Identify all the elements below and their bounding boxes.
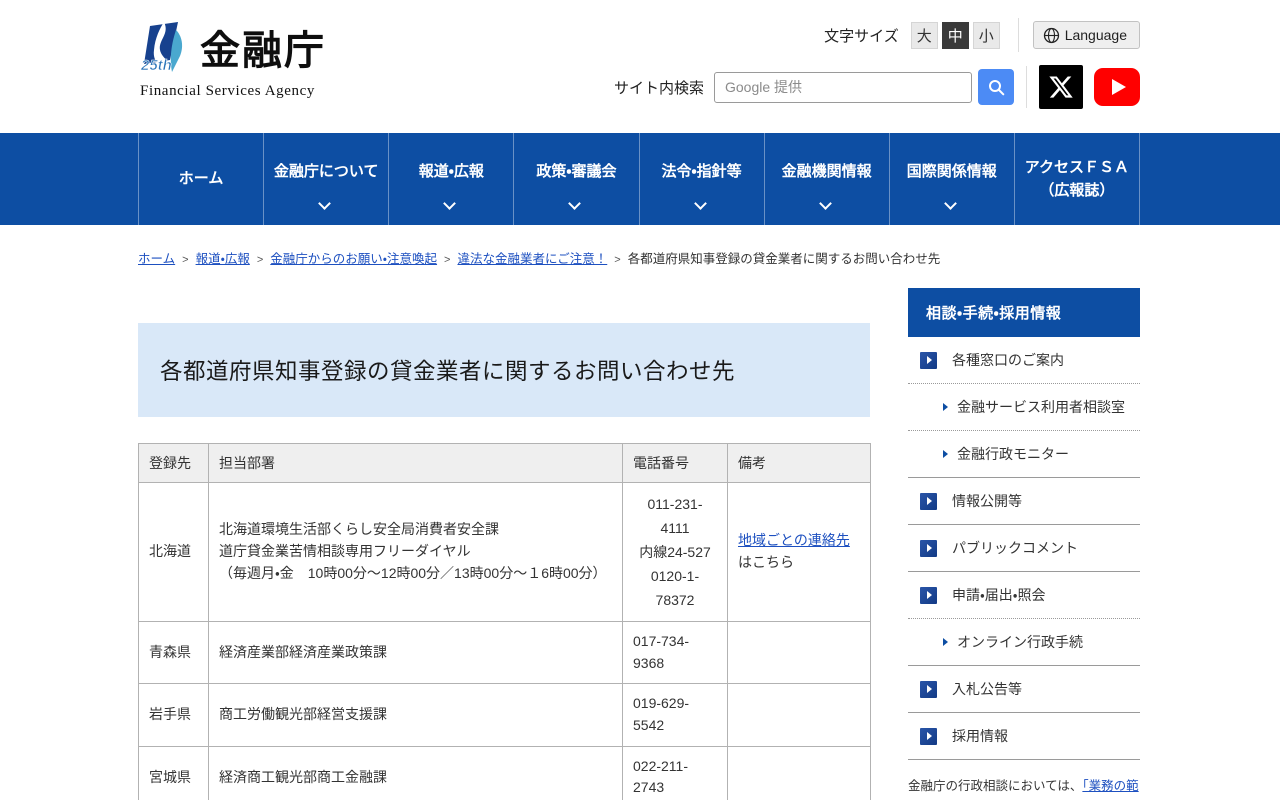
square-arrow-icon [920, 587, 937, 604]
remark-cell [728, 622, 871, 684]
square-arrow-icon [920, 540, 937, 557]
dept-cell: 経済産業部経済産業政策課 [209, 622, 623, 684]
breadcrumb-separator: > [444, 254, 450, 266]
phone-cell: 017-734-9368 [623, 622, 728, 684]
remark-cell [728, 746, 871, 800]
nav-item-home[interactable]: ホーム [138, 133, 263, 225]
language-button[interactable]: Language [1033, 21, 1140, 49]
chevron-down-icon [694, 197, 707, 210]
chevron-down-icon [443, 197, 456, 210]
svg-text:25th: 25th [140, 57, 172, 74]
sidebar-item-public-comment[interactable]: パブリックコメント [908, 525, 1140, 572]
nav-item-about-fsa[interactable]: 金融庁について [263, 133, 388, 225]
nav-item-laws-guidelines[interactable]: 法令・指針等 [639, 133, 764, 225]
sidebar-item-contact-points[interactable]: 各種窓口のご案内 [908, 337, 1140, 384]
square-arrow-icon [920, 352, 937, 369]
pref-cell: 北海道 [139, 483, 209, 622]
header-cell-phone: 電話番号 [623, 444, 728, 483]
text-size-large-button[interactable]: 大 [911, 22, 938, 49]
pref-cell: 岩手県 [139, 684, 209, 746]
header-divider [1026, 66, 1027, 108]
phone-cell: 011-231-4111 内線24-527 0120-1-78372 [623, 483, 728, 622]
site-subtitle: Financial Services Agency [140, 83, 326, 100]
header-divider [1018, 18, 1019, 52]
header-cell-registration: 登録先 [139, 444, 209, 483]
triangle-right-icon [943, 638, 948, 646]
square-arrow-icon [920, 681, 937, 698]
text-size-medium-button[interactable]: 中 [942, 22, 969, 49]
triangle-right-icon [943, 450, 948, 458]
triangle-right-icon [943, 403, 948, 411]
nav-item-policy-councils[interactable]: 政策・審議会 [513, 133, 638, 225]
sidebar-item-online-procedures[interactable]: オンライン行政手続 [908, 619, 1140, 666]
header-cell-remarks: 備考 [728, 444, 871, 483]
table-row-hokkaido: 北海道 北海道環境生活部くらし安全局消費者安全課 道庁貸金業苦情相談専用フリーダ… [139, 483, 871, 622]
breadcrumb-link-illegal-lenders[interactable]: 違法な金融業者にご注意！ [457, 252, 607, 266]
square-arrow-icon [920, 728, 937, 745]
main-content: 各都道府県知事登録の貸金業者に関するお問い合わせ先 登録先 担当部署 電話番号 … [138, 288, 870, 800]
chevron-down-icon [318, 197, 331, 210]
text-size-label: 文字サイズ [824, 25, 899, 46]
sidebar-item-procurement-notices[interactable]: 入札公告等 [908, 666, 1140, 713]
search-button[interactable] [978, 69, 1014, 105]
sidebar: 相談・手続・採用情報 各種窓口のご案内 金融サービス利用者相談室 金融行政モニタ… [908, 288, 1140, 800]
phone-cell: 022-211-2743 [623, 746, 728, 800]
sidebar-item-information-disclosure[interactable]: 情報公開等 [908, 478, 1140, 525]
contact-table: 登録先 担当部署 電話番号 備考 北海道 北海道環境生活部くらし安全局消費者安全… [138, 443, 871, 800]
table-header-row: 登録先 担当部署 電話番号 備考 [139, 444, 871, 483]
page-title: 各都道府県知事登録の貸金業者に関するお問い合わせ先 [160, 354, 735, 386]
x-social-button[interactable] [1039, 65, 1083, 109]
table-row-iwate: 岩手県 商工労働観光部経営支援課 019-629-5542 [139, 684, 871, 746]
youtube-play-icon [1112, 79, 1126, 95]
globe-icon [1043, 27, 1060, 44]
square-arrow-icon [920, 493, 937, 510]
sidebar-note: 金融庁の行政相談においては、「業務の範囲や程度を明らかに超える苦情相談」への対応… [908, 775, 1140, 800]
chevron-down-icon [819, 197, 832, 210]
chevron-down-icon [569, 197, 582, 210]
site-header: 25th 金融庁 Financial Services Agency 文字サイズ… [0, 0, 1280, 133]
remark-cell [728, 684, 871, 746]
dept-cell: 商工労働観光部経営支援課 [209, 684, 623, 746]
remark-cell: 地域ごとの連絡先はこちら [728, 483, 871, 622]
sidebar-item-user-consultation-office[interactable]: 金融サービス利用者相談室 [908, 384, 1140, 431]
search-input[interactable] [714, 72, 972, 103]
breadcrumb-separator: > [182, 254, 188, 266]
youtube-button[interactable] [1094, 68, 1140, 106]
pref-cell: 宮城県 [139, 746, 209, 800]
breadcrumb-link-requests-alerts[interactable]: 金融庁からのお願い・注意喚起 [270, 252, 437, 266]
breadcrumb-separator: > [257, 254, 263, 266]
breadcrumb-link-press[interactable]: 報道・広報 [196, 252, 250, 266]
site-search-label: サイト内検索 [614, 77, 704, 98]
pref-cell: 青森県 [139, 622, 209, 684]
table-row-aomori: 青森県 経済産業部経済産業政策課 017-734-9368 [139, 622, 871, 684]
table-row-miyagi: 宮城県 経済商工観光部商工金融課 022-211-2743 [139, 746, 871, 800]
dept-cell: 経済商工観光部商工金融課 [209, 746, 623, 800]
header-cell-department: 担当部署 [209, 444, 623, 483]
nav-item-press[interactable]: 報道・広報 [388, 133, 513, 225]
nav-item-financial-institutions[interactable]: 金融機関情報 [764, 133, 889, 225]
fsa-logo[interactable]: 25th 金融庁 Financial Services Agency [140, 0, 326, 133]
site-title: 金融庁 [200, 20, 326, 82]
x-icon [1048, 74, 1074, 100]
sidebar-item-administration-monitor[interactable]: 金融行政モニター [908, 431, 1140, 478]
search-icon [988, 79, 1005, 96]
page-title-box: 各都道府県知事登録の貸金業者に関するお問い合わせ先 [138, 323, 870, 417]
fsa-25th-logo-icon: 25th [140, 20, 196, 82]
main-nav: ホーム 金融庁について 報道・広報 政策・審議会 法令・指針等 金融機関情報 国… [0, 133, 1280, 225]
sidebar-item-applications-notifications[interactable]: 申請・届出・照会 [908, 572, 1140, 619]
sidebar-header: 相談・手続・採用情報 [908, 288, 1140, 337]
phone-cell: 019-629-5542 [623, 684, 728, 746]
nav-item-access-fsa[interactable]: アクセスＦＳＡ （広報誌） [1014, 133, 1140, 225]
chevron-down-icon [944, 197, 957, 210]
breadcrumb-link-home[interactable]: ホーム [138, 252, 175, 266]
dept-cell: 北海道環境生活部くらし安全局消費者安全課 道庁貸金業苦情相談専用フリーダイヤル … [209, 483, 623, 622]
breadcrumb: ホーム > 報道・広報 > 金融庁からのお願い・注意喚起 > 違法な金融業者にご注意！ > 各都… [138, 248, 1140, 267]
breadcrumb-current: 各都道府県知事登録の貸金業者に関するお問い合わせ先 [628, 252, 941, 266]
breadcrumb-separator: > [614, 254, 620, 266]
text-size-small-button[interactable]: 小 [973, 22, 1000, 49]
sidebar-item-recruitment[interactable]: 採用情報 [908, 713, 1140, 760]
nav-item-international[interactable]: 国際関係情報 [889, 133, 1014, 225]
regional-contacts-link[interactable]: 地域ごとの連絡先 [738, 532, 850, 548]
